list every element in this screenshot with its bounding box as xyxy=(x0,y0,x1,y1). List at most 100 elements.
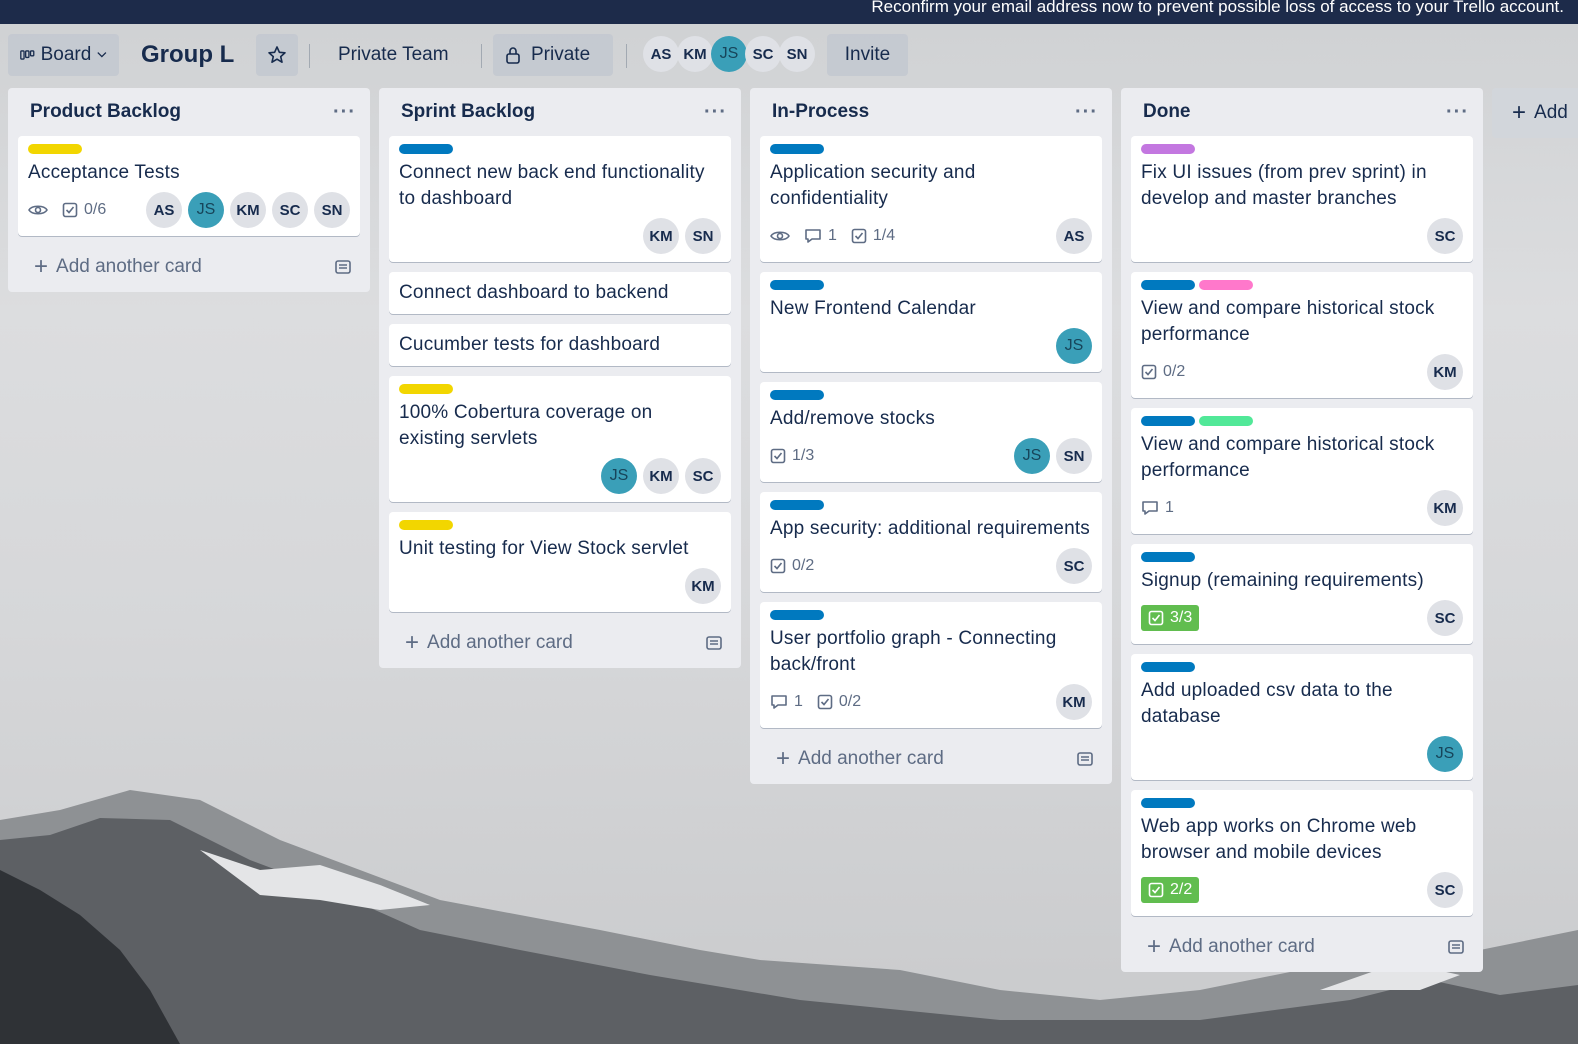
card[interactable]: Connect dashboard to backend xyxy=(389,272,731,314)
member-avatar[interactable]: SC xyxy=(1427,872,1463,908)
add-card-button[interactable]: + Add another card xyxy=(1121,926,1483,966)
card[interactable]: Acceptance Tests 0/6 AS JS KM SC SN xyxy=(18,136,360,236)
member-avatar[interactable]: SN xyxy=(1056,438,1092,474)
member-avatar[interactable]: KM xyxy=(685,568,721,604)
member-avatar[interactable]: KM xyxy=(677,36,713,72)
member-avatar[interactable]: AS xyxy=(146,192,182,228)
card[interactable]: 100% Cobertura coverage on existing serv… xyxy=(389,376,731,502)
card[interactable]: App security: additional requirements 0/2… xyxy=(760,492,1102,592)
member-avatar[interactable]: KM xyxy=(1056,684,1092,720)
comments-badge: 1 xyxy=(1141,499,1174,517)
list-menu-button[interactable]: ··· xyxy=(704,101,727,124)
card-template-icon[interactable] xyxy=(705,635,723,651)
member-avatar[interactable]: KM xyxy=(643,218,679,254)
list-menu-button[interactable]: ··· xyxy=(1075,101,1098,124)
member-avatar[interactable]: SC xyxy=(1056,548,1092,584)
card-template-icon[interactable] xyxy=(1447,939,1465,955)
member-avatar[interactable]: SN xyxy=(685,218,721,254)
list-title[interactable]: Sprint Backlog xyxy=(401,101,535,123)
member-avatar[interactable]: JS xyxy=(1056,328,1092,364)
member-avatar[interactable]: JS xyxy=(601,458,637,494)
card-label[interactable] xyxy=(770,144,824,154)
list-menu-button[interactable]: ··· xyxy=(333,101,356,124)
card-title: User portfolio graph - Connecting back/f… xyxy=(770,628,1057,675)
member-avatar[interactable]: SN xyxy=(779,36,815,72)
list-title[interactable]: In-Process xyxy=(772,101,869,123)
card-label[interactable] xyxy=(770,280,824,290)
add-card-button[interactable]: + Add another card xyxy=(750,738,1112,778)
member-avatar[interactable]: JS xyxy=(1427,736,1463,772)
member-avatar[interactable]: SC xyxy=(685,458,721,494)
card-label[interactable] xyxy=(1141,280,1195,290)
card-label[interactable] xyxy=(770,500,824,510)
member-avatar[interactable]: KM xyxy=(1427,354,1463,390)
list-title[interactable]: Product Backlog xyxy=(30,101,181,123)
member-avatar[interactable]: AS xyxy=(643,36,679,72)
member-avatar[interactable]: SN xyxy=(314,192,350,228)
card-label[interactable] xyxy=(1199,416,1253,426)
list-title[interactable]: Done xyxy=(1143,101,1191,123)
star-button[interactable] xyxy=(256,34,298,76)
card[interactable]: View and compare historical stock perfor… xyxy=(1131,408,1473,534)
visibility-label: Private xyxy=(531,44,591,65)
card-label[interactable] xyxy=(1141,662,1195,672)
add-card-label: Add another card xyxy=(1169,936,1315,957)
card-members: JS xyxy=(1427,736,1463,772)
card-members: SC xyxy=(1056,548,1092,584)
add-card-button[interactable]: + Add another card xyxy=(8,246,370,286)
card-badges: 1 0/2 xyxy=(770,693,861,711)
card-template-icon[interactable] xyxy=(1076,751,1094,767)
invite-button[interactable]: Invite xyxy=(827,34,908,76)
card-label[interactable] xyxy=(28,144,82,154)
card[interactable]: Connect new back end functionality to da… xyxy=(389,136,731,262)
card[interactable]: View and compare historical stock perfor… xyxy=(1131,272,1473,398)
team-button[interactable]: Private Team xyxy=(330,34,457,76)
card[interactable]: Cucumber tests for dashboard xyxy=(389,324,731,366)
card[interactable]: User portfolio graph - Connecting back/f… xyxy=(760,602,1102,728)
member-avatar[interactable]: SC xyxy=(745,36,781,72)
member-avatar[interactable]: SC xyxy=(1427,600,1463,636)
member-avatar[interactable]: KM xyxy=(230,192,266,228)
card-labels xyxy=(770,280,1092,290)
member-avatar[interactable]: JS xyxy=(1014,438,1050,474)
card-title: Connect new back end functionality to da… xyxy=(399,162,705,209)
card-template-icon[interactable] xyxy=(334,259,352,275)
card-label[interactable] xyxy=(1199,280,1253,290)
card-label[interactable] xyxy=(770,390,824,400)
card-title: Add/remove stocks xyxy=(770,408,935,429)
member-avatar[interactable]: AS xyxy=(1056,218,1092,254)
visibility-button[interactable]: Private xyxy=(493,34,613,76)
card-label[interactable] xyxy=(1141,416,1195,426)
card[interactable]: Application security and confidentiality… xyxy=(760,136,1102,262)
email-reconfirm-banner[interactable]: Reconfirm your email address now to prev… xyxy=(0,0,1578,24)
card[interactable]: Signup (remaining requirements) 3/3 SC xyxy=(1131,544,1473,644)
member-avatar[interactable]: JS xyxy=(711,36,747,72)
card-label[interactable] xyxy=(399,384,453,394)
list-menu-button[interactable]: ··· xyxy=(1446,101,1469,124)
card-label[interactable] xyxy=(1141,144,1195,154)
board-view-switcher[interactable]: Board xyxy=(8,34,119,76)
member-avatar[interactable]: SC xyxy=(272,192,308,228)
card[interactable]: Web app works on Chrome web browser and … xyxy=(1131,790,1473,916)
member-avatar[interactable]: SC xyxy=(1427,218,1463,254)
card[interactable]: Add/remove stocks 1/3 JS SN xyxy=(760,382,1102,482)
add-card-button[interactable]: + Add another card xyxy=(379,622,741,662)
card[interactable]: Fix UI issues (from prev sprint) in deve… xyxy=(1131,136,1473,262)
checklist-badge: 0/2 xyxy=(770,557,814,575)
member-avatar[interactable]: KM xyxy=(643,458,679,494)
member-avatar[interactable]: KM xyxy=(1427,490,1463,526)
card-label[interactable] xyxy=(399,520,453,530)
card-members: AS JS KM SC SN xyxy=(146,192,350,228)
board-title[interactable]: Group L xyxy=(133,34,242,76)
card-labels xyxy=(1141,798,1463,808)
member-avatar[interactable]: JS xyxy=(188,192,224,228)
card[interactable]: New Frontend Calendar JS xyxy=(760,272,1102,372)
card-label[interactable] xyxy=(399,144,453,154)
card[interactable]: Add uploaded csv data to the database JS xyxy=(1131,654,1473,780)
card-label[interactable] xyxy=(1141,798,1195,808)
card-label[interactable] xyxy=(770,610,824,620)
eye-icon xyxy=(770,229,790,243)
card-label[interactable] xyxy=(1141,552,1195,562)
add-list-button[interactable]: + Add xyxy=(1492,88,1578,138)
card[interactable]: Unit testing for View Stock servlet KM xyxy=(389,512,731,612)
